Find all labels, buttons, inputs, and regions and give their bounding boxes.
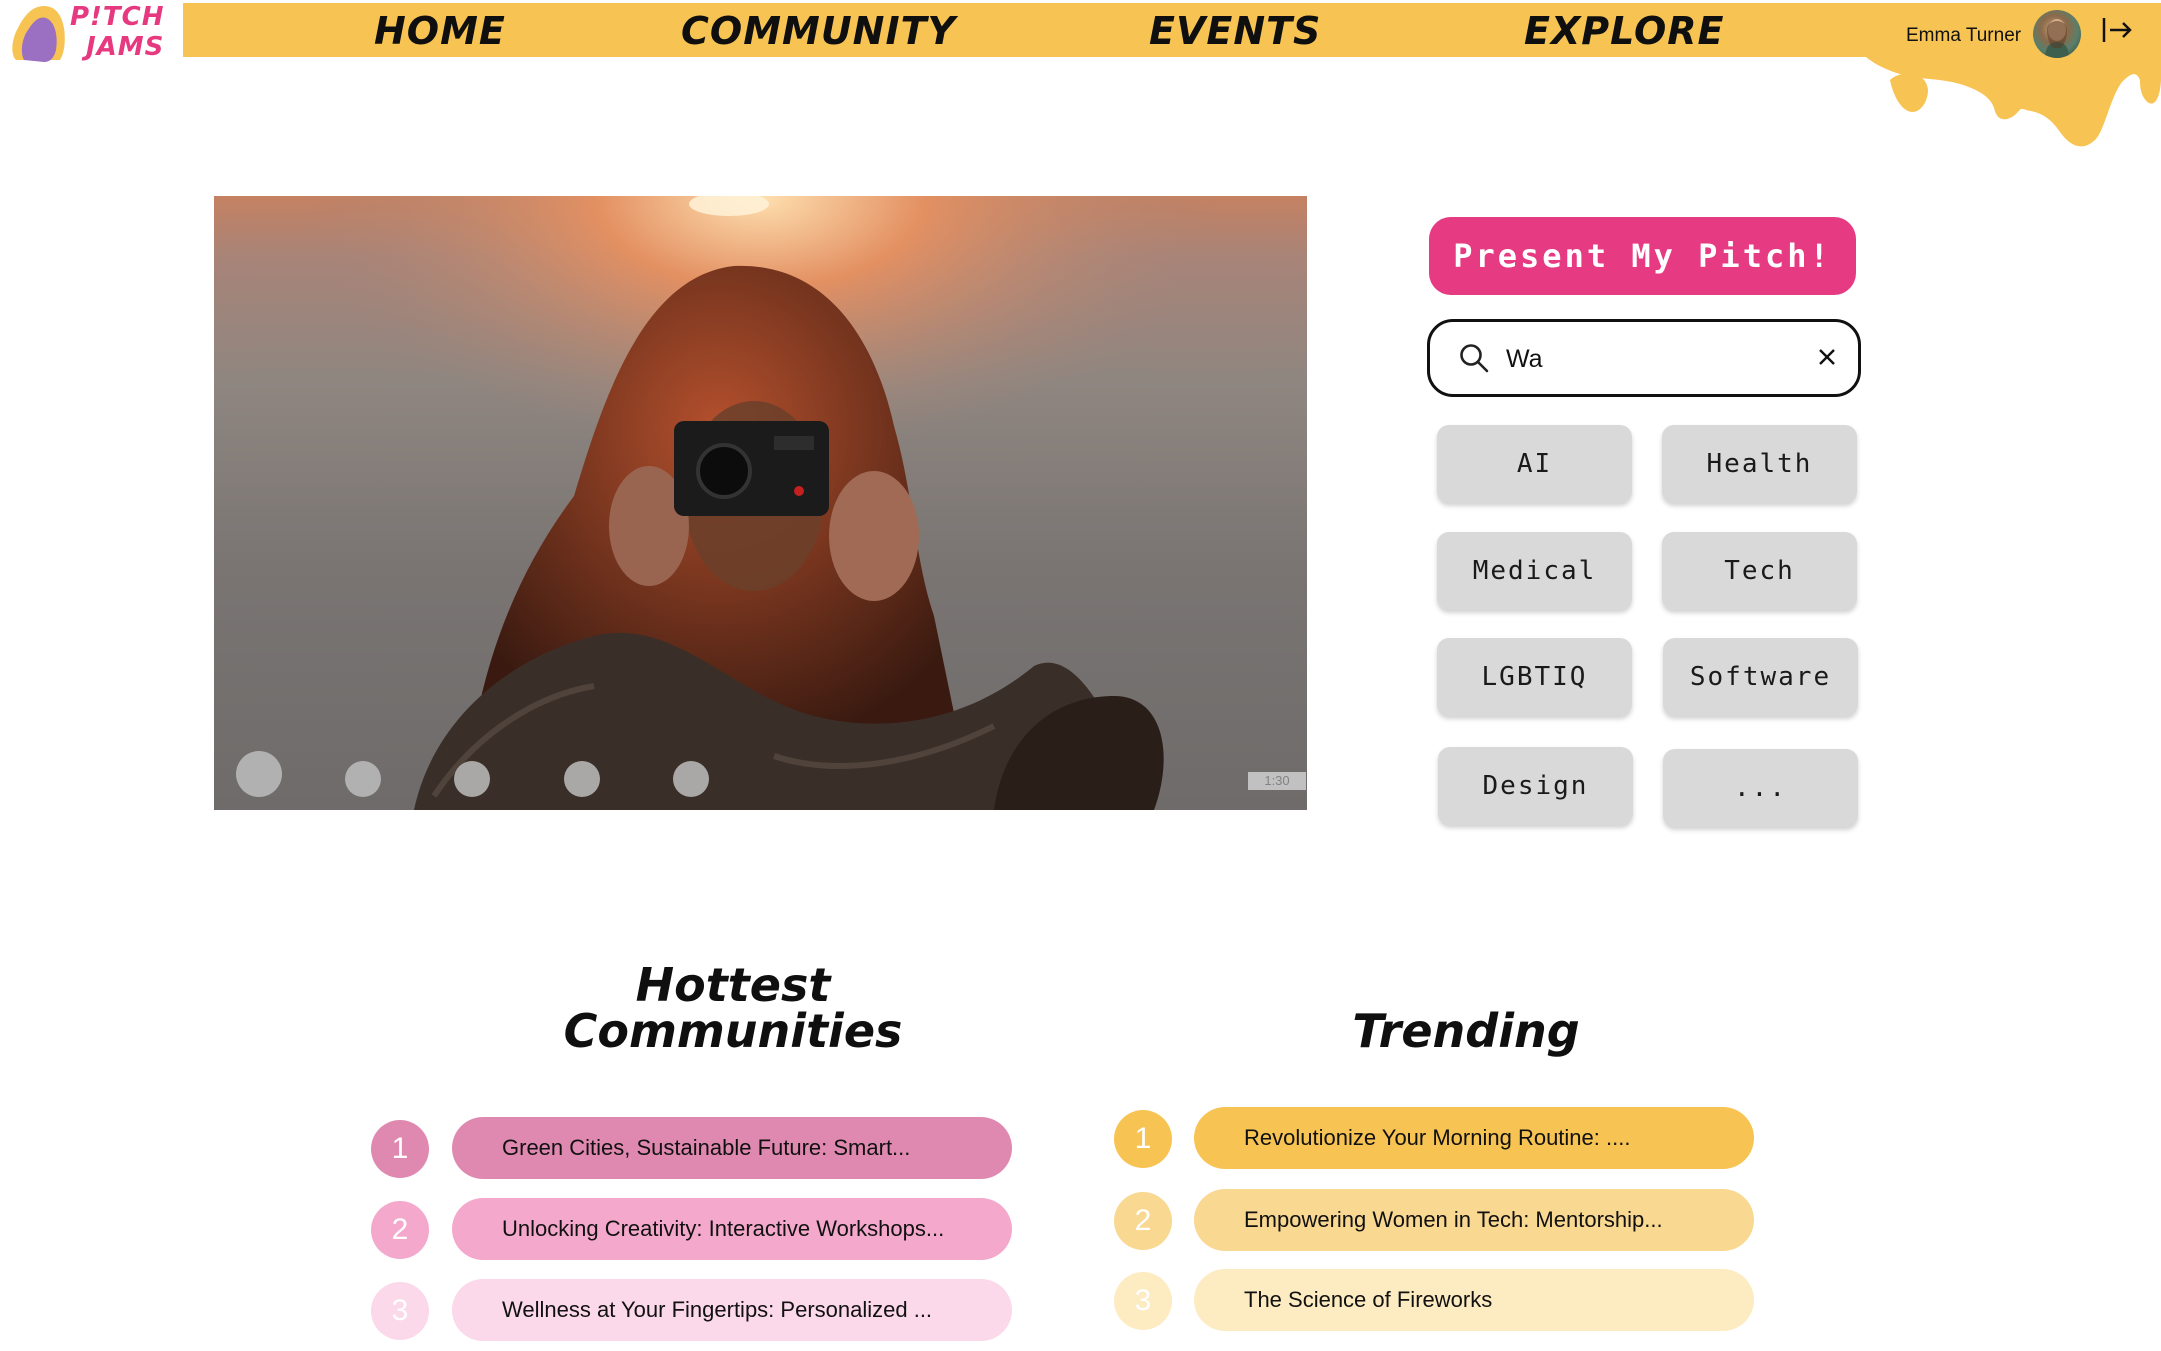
trending-rank-2: 2 <box>1114 1192 1172 1250</box>
tag-ai[interactable]: AI <box>1437 425 1632 503</box>
trending-item-3[interactable]: The Science of Fireworks <box>1194 1269 1754 1331</box>
carousel-dot-2[interactable] <box>345 761 381 797</box>
trending-rank-3: 3 <box>1114 1272 1172 1330</box>
hottest-title-line-1: Hottest <box>635 958 831 1012</box>
trending-item-1[interactable]: Revolutionize Your Morning Routine: .... <box>1194 1107 1754 1169</box>
tag-more[interactable]: ... <box>1663 749 1858 827</box>
carousel-dot-5[interactable] <box>673 761 709 797</box>
tag-lgbtiq[interactable]: LGBTIQ <box>1437 638 1632 716</box>
tag-medical[interactable]: Medical <box>1437 532 1632 610</box>
carousel-dot-1[interactable] <box>236 751 282 797</box>
hottest-rank-3: 3 <box>371 1282 429 1340</box>
carousel-dot-3[interactable] <box>454 761 490 797</box>
nav-explore[interactable]: EXPLORE <box>1524 8 1725 54</box>
search-box[interactable] <box>1427 319 1861 397</box>
hottest-item-1[interactable]: Green Cities, Sustainable Future: Smart.… <box>452 1117 1012 1179</box>
carousel-dot-4[interactable] <box>564 761 600 797</box>
nav-home[interactable]: HOME <box>374 8 506 54</box>
logout-icon[interactable] <box>2100 12 2136 48</box>
hottest-item-3[interactable]: Wellness at Your Fingertips: Personalize… <box>452 1279 1012 1341</box>
logo-line-2: JAMS <box>86 32 165 62</box>
tag-software[interactable]: Software <box>1663 638 1858 716</box>
logo-line-1: P!TCH <box>70 2 165 32</box>
nav-events[interactable]: EVENTS <box>1149 8 1321 54</box>
logo-blob-icon <box>12 6 65 62</box>
hero-image <box>214 196 1307 810</box>
tag-tech[interactable]: Tech <box>1662 532 1857 610</box>
avatar[interactable] <box>2033 10 2081 58</box>
tag-health[interactable]: Health <box>1662 425 1857 503</box>
logo[interactable]: P!TCH JAMS <box>10 2 180 64</box>
logo-text: P!TCH JAMS <box>70 2 165 62</box>
hero-carousel[interactable]: 1:30 <box>214 196 1307 810</box>
user-name[interactable]: Emma Turner <box>1906 25 2021 47</box>
trending-rank-1: 1 <box>1114 1110 1172 1168</box>
trending-item-2[interactable]: Empowering Women in Tech: Mentorship... <box>1194 1189 1754 1251</box>
trending-title: Trending <box>1352 1004 1580 1058</box>
present-pitch-button[interactable]: Present My Pitch! <box>1429 217 1856 295</box>
avatar-image <box>2045 19 2069 58</box>
search-icon <box>1460 344 1489 373</box>
video-timestamp: 1:30 <box>1248 772 1306 790</box>
hottest-rank-1: 1 <box>371 1120 429 1178</box>
tag-design[interactable]: Design <box>1438 747 1633 825</box>
search-input[interactable] <box>1504 336 1808 382</box>
hottest-title-line-2: Communities <box>563 1004 903 1058</box>
nav-community[interactable]: COMMUNITY <box>681 8 956 54</box>
drip-decoration <box>1860 40 2161 147</box>
hottest-item-2[interactable]: Unlocking Creativity: Interactive Worksh… <box>452 1198 1012 1260</box>
close-icon[interactable] <box>1816 346 1838 368</box>
hottest-rank-2: 2 <box>371 1201 429 1259</box>
